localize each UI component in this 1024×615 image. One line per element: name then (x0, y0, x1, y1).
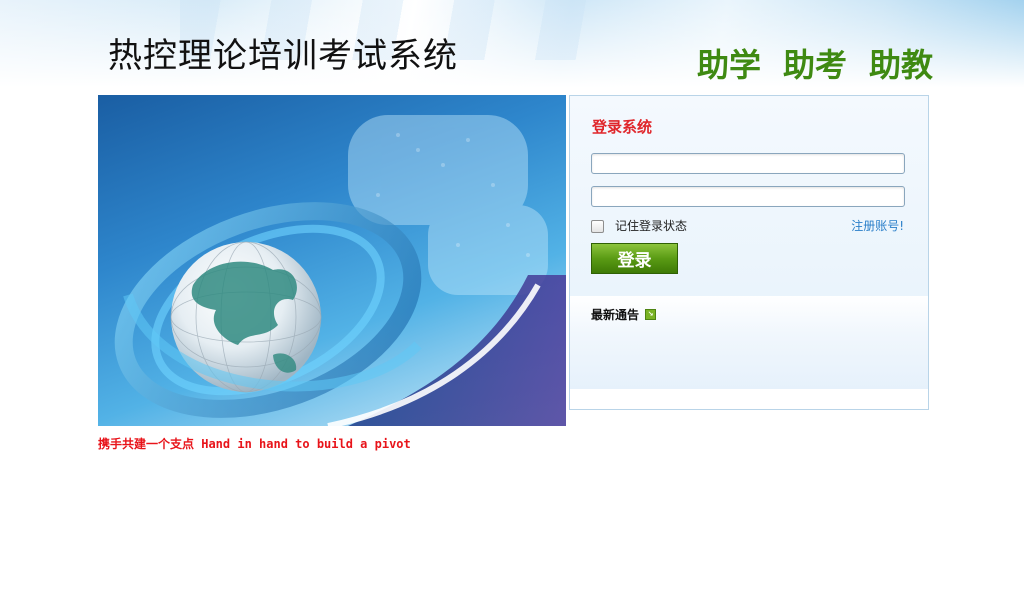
slogan-item-teach: 助教 (869, 46, 934, 84)
login-panel: 登录系统 记住登录状态 注册账号! 登录 最新通告 ↘ (569, 95, 929, 410)
slogan: 助学 助考 助教 (697, 40, 933, 86)
banner-image (98, 95, 566, 426)
globe-illustration (114, 115, 566, 426)
username-field[interactable] (591, 153, 905, 174)
register-link[interactable]: 注册账号! (851, 217, 904, 234)
banner-tagline: 携手共建一个支点 Hand in hand to build a pivot (98, 437, 411, 451)
site-title: 热控理论培训考试系统 (108, 36, 458, 76)
notice-header: 最新通告 ↘ (591, 306, 657, 323)
slogan-item-exam: 助考 (783, 46, 848, 84)
remember-label: 记住登录状态 (615, 219, 688, 233)
login-title: 登录系统 (592, 118, 653, 136)
login-button[interactable]: 登录 (591, 243, 678, 274)
remember-checkbox[interactable] (591, 220, 604, 233)
notice-title: 最新通告 (591, 308, 640, 322)
arrow-square-icon[interactable]: ↘ (645, 309, 657, 320)
slogan-item-study: 助学 (697, 46, 762, 84)
password-field[interactable] (591, 186, 905, 207)
